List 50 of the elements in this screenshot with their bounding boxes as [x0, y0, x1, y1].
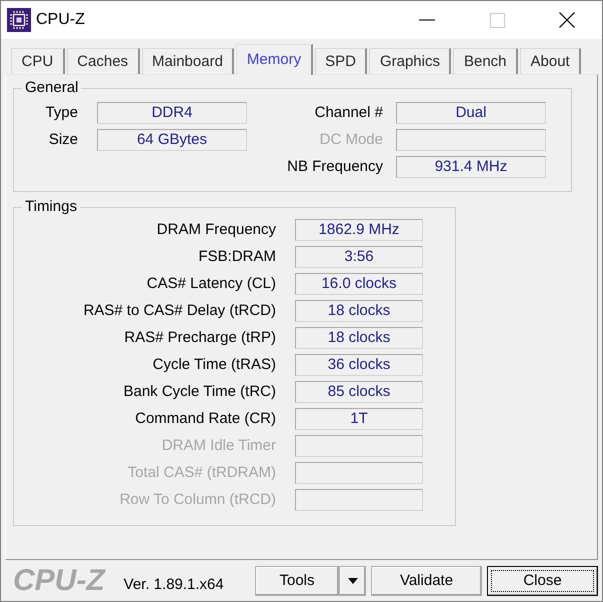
- field-label: FSB:DRAM: [198, 248, 276, 266]
- value-field: DDR4: [97, 102, 247, 124]
- group-title: Timings: [24, 198, 78, 216]
- field-label: Command Rate (CR): [135, 410, 276, 428]
- tab[interactable]: Mainboard: [142, 48, 234, 74]
- tab[interactable]: SPD: [314, 48, 368, 74]
- window-title: CPU-Z: [36, 10, 85, 30]
- field-label: CAS# Latency (CL): [146, 275, 276, 293]
- logo: CPU-Z: [13, 564, 105, 596]
- footer-button[interactable]: Validate: [371, 566, 482, 596]
- tab[interactable]: CPU: [11, 48, 65, 74]
- tools-button[interactable]: Tools: [255, 566, 339, 596]
- maximize-icon: [490, 12, 504, 28]
- caret-icon: [348, 578, 358, 584]
- close-icon: [559, 12, 575, 28]
- value-field: 1T: [295, 408, 423, 430]
- tab[interactable]: About: [520, 48, 582, 74]
- value-field: 18 clocks: [295, 327, 423, 349]
- field-label: Type: [45, 104, 78, 122]
- field-label: Bank Cycle Time (tRC): [123, 383, 276, 401]
- field-label: Channel #: [314, 104, 383, 122]
- field-label: RAS# to CAS# Delay (tRCD): [83, 302, 276, 320]
- tab[interactable]: Graphics: [369, 48, 452, 74]
- field-label: DRAM Idle Timer: [162, 437, 276, 455]
- value-field: Dual: [396, 102, 546, 124]
- value-field: 36 clocks: [295, 354, 423, 376]
- field-label: NB Frequency: [287, 158, 383, 176]
- field-label: RAS# Precharge (tRP): [124, 329, 276, 347]
- value-field: 931.4 MHz: [396, 156, 546, 178]
- value-field: 3:56: [295, 246, 423, 268]
- field-label: Total CAS# (tRDRAM): [128, 464, 276, 482]
- value-field: 85 clocks: [295, 381, 423, 403]
- field-label: DRAM Frequency: [156, 221, 276, 239]
- minimize-icon: [419, 19, 435, 21]
- value-field: 16.0 clocks: [295, 273, 423, 295]
- field-label: Cycle Time (tRAS): [152, 356, 276, 374]
- tab[interactable]: Bench: [453, 48, 518, 74]
- chip-icon: [7, 8, 31, 32]
- footer-button[interactable]: Close: [487, 566, 598, 596]
- group-title: General: [24, 79, 80, 97]
- value-field: 18 clocks: [295, 300, 423, 322]
- tab[interactable]: Caches: [66, 48, 140, 74]
- field-label: DC Mode: [320, 131, 383, 149]
- tab[interactable]: Memory: [236, 44, 313, 75]
- dropdown-button[interactable]: [339, 566, 366, 596]
- field-label: Size: [48, 131, 78, 149]
- field-label: Row To Column (tRCD): [120, 491, 276, 509]
- value-field: 1862.9 MHz: [295, 219, 423, 241]
- version-label: Ver. 1.89.1.x64: [124, 576, 224, 594]
- value-field: 64 GBytes: [97, 129, 247, 151]
